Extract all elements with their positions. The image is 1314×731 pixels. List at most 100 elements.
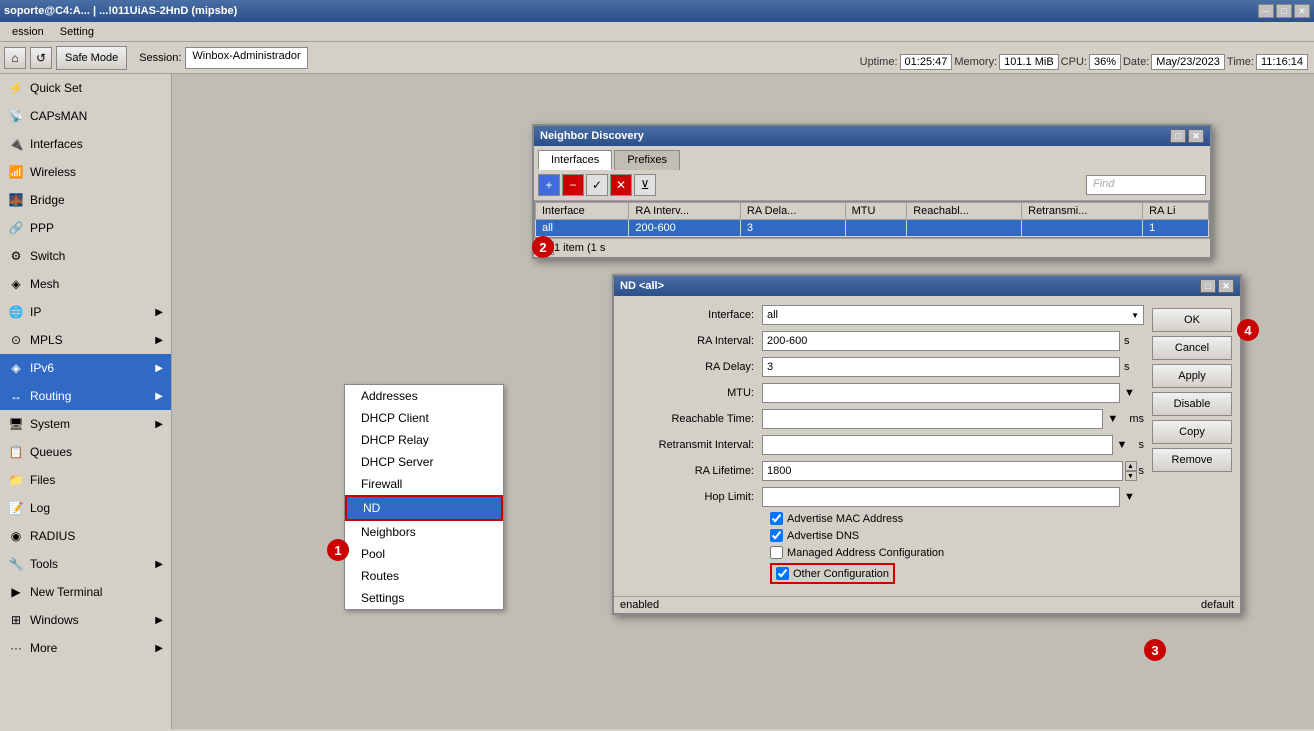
menu-session[interactable]: ession [4,24,52,40]
sidebar-item-ip[interactable]: 🌐 IP ▶ [0,298,171,326]
find-input[interactable]: Find [1086,175,1206,195]
sidebar-item-queues[interactable]: 📋 Queues [0,438,171,466]
sidebar-item-system[interactable]: 🖥 System ▶ [0,410,171,438]
apply-button[interactable]: Apply [1152,364,1232,388]
tab-prefixes[interactable]: Prefixes [614,150,680,170]
interface-select[interactable]: all ▼ [762,305,1144,325]
sidebar-item-files[interactable]: 📁 Files [0,466,171,494]
dropdown-item-dhcp-relay[interactable]: DHCP Relay [345,429,503,451]
tools-arrow-icon: ▶ [155,559,163,570]
ra-lifetime-input[interactable] [762,461,1123,481]
dropdown-item-nd[interactable]: ND [345,495,503,521]
status-bar: Uptime: 01:25:47 Memory: 101.1 MiB CPU: … [860,54,1310,70]
session-input[interactable]: Winbox-Administrador [185,47,307,69]
reachable-time-input[interactable] [762,409,1103,429]
menu-setting[interactable]: Setting [52,24,102,40]
mtu-input[interactable] [762,383,1120,403]
safe-mode-button[interactable]: Safe Mode [56,46,127,70]
remove-button[interactable]: Remove [1152,448,1232,472]
cell-ra-delay: 3 [740,220,845,237]
ok-button[interactable]: OK [1152,308,1232,332]
status-default: default [1201,599,1234,611]
sidebar-item-ipv6[interactable]: ◈ IPv6 ▶ [0,354,171,382]
retransmit-row: Retransmit Interval: ▼ s [622,434,1144,456]
dropdown-item-firewall[interactable]: Firewall [345,473,503,495]
tab-interfaces[interactable]: Interfaces [538,150,612,170]
dropdown-item-dhcp-server[interactable]: DHCP Server [345,451,503,473]
dropdown-item-pool[interactable]: Pool [345,543,503,565]
uptime-label: Uptime: [860,56,898,68]
dropdown-item-dhcp-client[interactable]: DHCP Client [345,407,503,429]
refresh-button[interactable]: ↺ [30,47,52,69]
sidebar-item-wireless[interactable]: 📶 Wireless [0,158,171,186]
ra-lifetime-down[interactable]: ▼ [1125,471,1137,481]
delete-button[interactable]: − [562,174,584,196]
nd-detail-minimize[interactable]: □ [1200,279,1216,293]
table-row[interactable]: all 200-600 3 1 [536,220,1209,237]
cancel-toolbar-button[interactable]: ✕ [610,174,632,196]
copy-button[interactable]: Copy [1152,420,1232,444]
interface-label: Interface: [622,309,762,321]
minimize-button[interactable]: ─ [1258,4,1274,18]
sidebar-item-label: System [30,417,70,431]
sidebar-item-more[interactable]: ··· More ▶ [0,634,171,662]
filter-button[interactable]: ⊻ [634,174,656,196]
sidebar-item-interfaces[interactable]: 🔌 Interfaces [0,130,171,158]
sidebar-item-new-terminal[interactable]: ▶ New Terminal [0,578,171,606]
sidebar-item-mpls[interactable]: ⊙ MPLS ▶ [0,326,171,354]
dropdown-item-routes[interactable]: Routes [345,565,503,587]
col-header-interface: Interface [536,203,629,220]
sidebar-item-capsman[interactable]: 📡 CAPsMAN [0,102,171,130]
sidebar-item-tools[interactable]: 🔧 Tools ▶ [0,550,171,578]
hop-limit-input[interactable] [762,487,1120,507]
system-icon: 🖥 [8,416,24,432]
memory-value: 101.1 MiB [999,54,1059,70]
sidebar-item-label: Queues [30,445,72,459]
retransmit-input[interactable] [762,435,1113,455]
sidebar-item-mesh[interactable]: ◈ Mesh [0,270,171,298]
dropdown-item-settings[interactable]: Settings [345,587,503,609]
add-button[interactable]: + [538,174,560,196]
ra-interval-label: RA Interval: [622,335,762,347]
nd-status-row: ◄ 1 item (1 s [534,238,1210,257]
other-config-checkbox[interactable] [776,567,789,580]
sidebar-item-label: MPLS [30,333,63,347]
ipv6-dropdown-menu: Addresses DHCP Client DHCP Relay DHCP Se… [344,384,504,610]
sidebar-item-ppp[interactable]: 🔗 PPP [0,214,171,242]
managed-address-checkbox[interactable] [770,546,783,559]
cancel-button[interactable]: Cancel [1152,336,1232,360]
dropdown-item-addresses[interactable]: Addresses [345,385,503,407]
close-button[interactable]: ✕ [1294,4,1310,18]
cell-mtu [845,220,907,237]
dropdown-item-neighbors[interactable]: Neighbors [345,521,503,543]
sidebar-item-log[interactable]: 📝 Log [0,494,171,522]
time-label: Time: [1227,56,1254,68]
sidebar-item-label: CAPsMAN [30,109,87,123]
check-button[interactable]: ✓ [586,174,608,196]
sidebar-item-windows[interactable]: ⊞ Windows ▶ [0,606,171,634]
sidebar-item-bridge[interactable]: 🌉 Bridge [0,186,171,214]
advertise-dns-checkbox[interactable] [770,529,783,542]
sidebar-item-quick-set[interactable]: ⚡ Quick Set [0,74,171,102]
nd-close-button[interactable]: ✕ [1188,129,1204,143]
managed-address-label: Managed Address Configuration [787,547,944,559]
disable-button[interactable]: Disable [1152,392,1232,416]
mpls-arrow-icon: ▶ [155,335,163,346]
sidebar-item-routing[interactable]: ↔ Routing ▶ [0,382,171,410]
nd-tab-bar: Interfaces Prefixes [534,146,1210,170]
sidebar-item-switch[interactable]: ⚙ Switch [0,242,171,270]
ra-interval-input[interactable] [762,331,1120,351]
ipv6-arrow-icon: ▶ [155,363,163,374]
title-bar-controls: ─ □ ✕ [1258,4,1310,18]
nd-minimize-button[interactable]: □ [1170,129,1186,143]
sidebar-item-radius[interactable]: ◉ RADIUS [0,522,171,550]
ra-delay-input[interactable] [762,357,1120,377]
maximize-button[interactable]: □ [1276,4,1292,18]
advertise-mac-checkbox[interactable] [770,512,783,525]
nd-detail-form: Interface: all ▼ RA Interval: s [614,296,1240,596]
windows-arrow-icon: ▶ [155,615,163,626]
nd-detail-close[interactable]: ✕ [1218,279,1234,293]
ra-lifetime-up[interactable]: ▲ [1125,461,1137,471]
home-icon[interactable]: ⌂ [4,47,26,69]
tools-icon: 🔧 [8,556,24,572]
